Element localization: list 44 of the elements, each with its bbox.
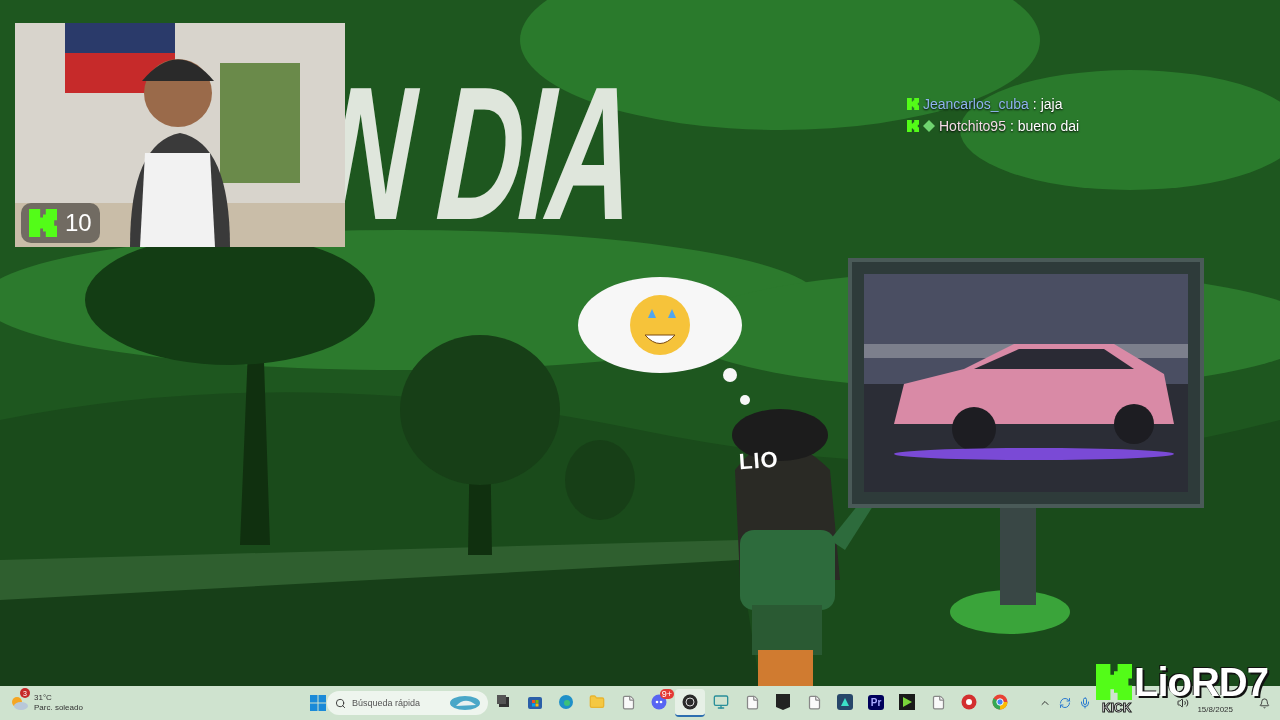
epic-icon [776, 694, 790, 710]
edge-icon [558, 694, 574, 710]
folder-icon [589, 694, 605, 710]
taskview-icon [497, 695, 511, 709]
recorder-icon [961, 694, 977, 710]
brand-text: KICK [1102, 702, 1132, 714]
date-text[interactable]: 15/8/2025 [1197, 704, 1233, 714]
search-field[interactable]: Búsqueda rápida [327, 691, 488, 715]
kick-badge-icon [907, 98, 919, 110]
kick-badge-icon [907, 120, 919, 132]
store-icon [527, 694, 543, 710]
cap-text: LIO [738, 446, 780, 476]
file-icon [744, 694, 760, 710]
star-eyes-emoji-icon [630, 295, 690, 355]
kick-logo-icon [1096, 664, 1132, 700]
chat-message: : jaja [1032, 96, 1063, 112]
taskbar-app[interactable]: 9+ [644, 689, 674, 717]
taskbar-app[interactable]: Pr [861, 689, 891, 717]
microphone-icon[interactable] [1079, 697, 1092, 709]
search-icon [335, 697, 346, 709]
file-icon [930, 694, 946, 710]
landscape-icon [450, 696, 480, 710]
weather-condition: Parc. soleado [34, 703, 83, 714]
file-icon [620, 694, 636, 710]
file-icon [806, 694, 822, 710]
chrome-icon [992, 694, 1008, 710]
chat-message: : bueno dai [1009, 118, 1080, 134]
filmora-icon [837, 694, 853, 710]
player-icon [899, 694, 915, 710]
viewer-count: 10 [65, 209, 92, 237]
kick-icon [29, 209, 57, 237]
obs-icon [682, 694, 698, 710]
temperature: 31°C [34, 692, 53, 703]
chat-username: Hotchito95 [939, 118, 1006, 134]
monitor-icon [713, 694, 729, 710]
diamond-icon [923, 120, 935, 132]
weather-icon [10, 695, 28, 711]
chat-username: Jeancarlos_cuba [923, 96, 1029, 112]
taskbar-app[interactable] [675, 689, 705, 717]
notification-badge: 9+ [659, 689, 674, 699]
premiere-icon: Pr [867, 694, 885, 710]
sync-icon[interactable] [1059, 697, 1072, 709]
search-placeholder: Búsqueda rápida [352, 698, 422, 708]
start-icon[interactable] [310, 695, 326, 711]
